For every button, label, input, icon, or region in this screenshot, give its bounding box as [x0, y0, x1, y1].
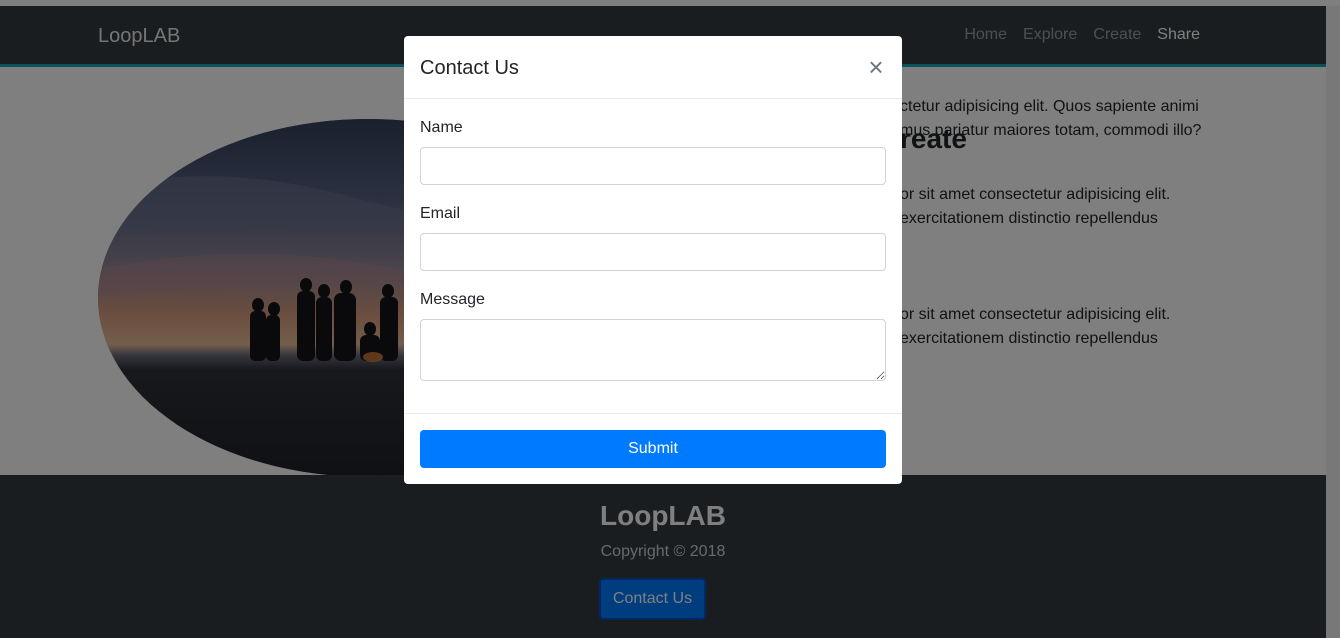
- name-label: Name: [420, 119, 463, 136]
- message-label: Message: [420, 291, 485, 308]
- submit-button[interactable]: Submit: [420, 430, 886, 468]
- modal-footer: Submit: [404, 413, 902, 484]
- close-icon[interactable]: ×: [864, 52, 888, 82]
- modal-title: Contact Us: [420, 57, 519, 79]
- message-textarea[interactable]: [420, 319, 886, 381]
- modal-header: Contact Us ×: [404, 36, 902, 99]
- contact-modal: Contact Us × Name Email Message Submit: [404, 36, 902, 484]
- name-input[interactable]: [420, 147, 886, 185]
- email-input[interactable]: [420, 233, 886, 271]
- email-label: Email: [420, 205, 461, 222]
